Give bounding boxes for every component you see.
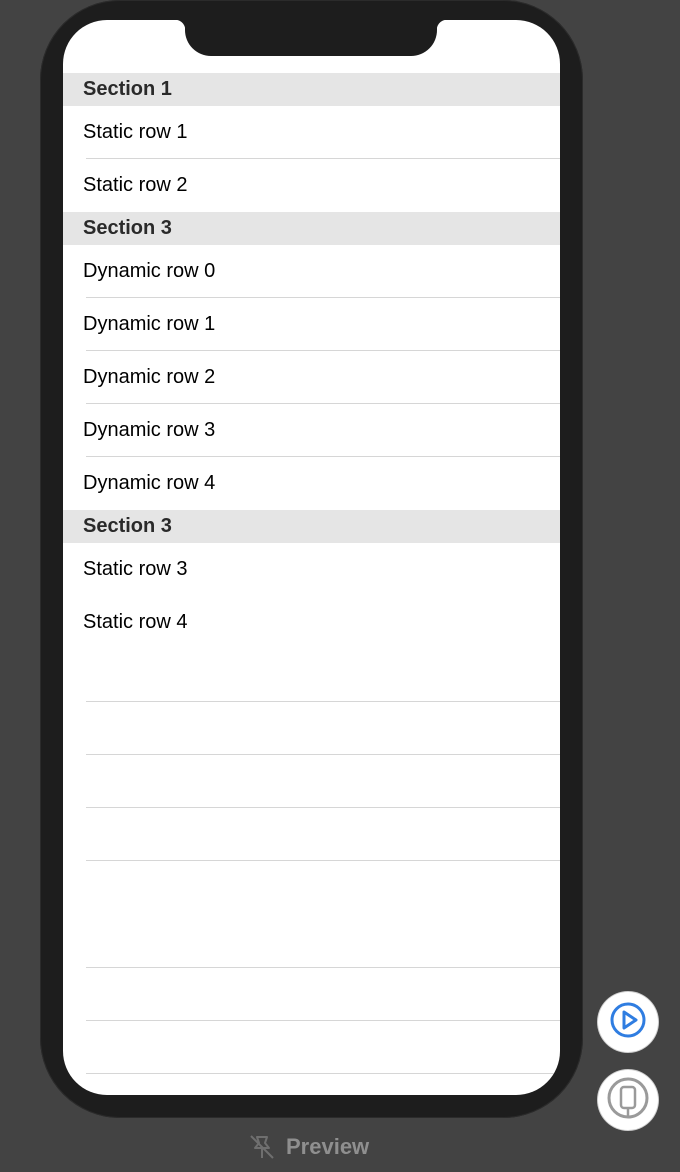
empty-row bbox=[63, 702, 560, 755]
live-preview-button[interactable] bbox=[598, 992, 658, 1052]
table-row[interactable]: Static row 1 bbox=[63, 106, 560, 159]
row-label: Static row 1 bbox=[83, 121, 188, 143]
table-row[interactable]: Static row 4 bbox=[63, 596, 560, 649]
empty-row bbox=[63, 968, 560, 1021]
empty-row bbox=[63, 861, 560, 968]
row-label: Static row 3 bbox=[83, 558, 188, 580]
section-header: Section 1 bbox=[63, 73, 560, 106]
pin-slash-icon[interactable] bbox=[248, 1133, 276, 1161]
table-row[interactable]: Dynamic row 1 bbox=[63, 298, 560, 351]
device-icon bbox=[606, 1076, 650, 1125]
table-row[interactable]: Dynamic row 3 bbox=[63, 404, 560, 457]
preview-label: Preview bbox=[286, 1134, 370, 1159]
empty-row bbox=[63, 649, 560, 702]
row-label: Static row 4 bbox=[83, 611, 188, 633]
device-screen: Section 1 Static row 1 Static row 2 Sect… bbox=[63, 20, 560, 1095]
section-header: Section 3 bbox=[63, 510, 560, 543]
row-label: Dynamic row 2 bbox=[83, 366, 216, 388]
table-row[interactable]: Dynamic row 2 bbox=[63, 351, 560, 404]
play-icon bbox=[608, 1000, 648, 1045]
empty-row bbox=[63, 1021, 560, 1074]
table-row[interactable]: Static row 3 bbox=[63, 543, 560, 596]
table-row[interactable]: Static row 2 bbox=[63, 159, 560, 212]
preview-on-device-button[interactable] bbox=[598, 1070, 658, 1130]
row-label: Static row 2 bbox=[83, 174, 188, 196]
preview-status: Preview bbox=[248, 1132, 369, 1162]
row-label: Dynamic row 3 bbox=[83, 419, 216, 441]
table-view: Section 1 Static row 1 Static row 2 Sect… bbox=[63, 73, 560, 1074]
table-row[interactable]: Dynamic row 4 bbox=[63, 457, 560, 510]
device-notch bbox=[175, 20, 447, 56]
row-label: Dynamic row 0 bbox=[83, 260, 216, 282]
row-label: Dynamic row 1 bbox=[83, 313, 216, 335]
row-label: Dynamic row 4 bbox=[83, 472, 216, 494]
empty-row bbox=[63, 755, 560, 808]
section-header: Section 3 bbox=[63, 212, 560, 245]
empty-row bbox=[63, 808, 560, 861]
table-row[interactable]: Dynamic row 0 bbox=[63, 245, 560, 298]
